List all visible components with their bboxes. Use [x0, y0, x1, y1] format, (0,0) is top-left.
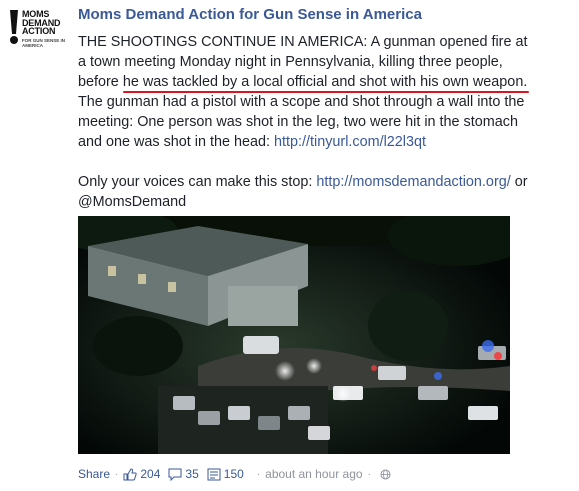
- shares-count-button[interactable]: 150: [207, 467, 244, 481]
- share-icon: [207, 468, 221, 480]
- website-link[interactable]: http://momsdemandaction.org/: [316, 174, 510, 190]
- likes-count: 204: [140, 467, 161, 481]
- likes-count-button[interactable]: 204: [123, 467, 160, 481]
- comments-count: 35: [185, 467, 199, 481]
- separator-dot: ·: [367, 468, 371, 480]
- highlighted-text-2: he was tackled by a local official and s…: [122, 74, 528, 90]
- aerial-night-scene-image: [78, 216, 510, 454]
- post-photo[interactable]: [78, 216, 510, 454]
- shares-count: 150: [223, 467, 244, 481]
- article-link[interactable]: http://tinyurl.com/l22l3qt: [274, 134, 426, 150]
- like-icon: [123, 467, 138, 480]
- globe-icon: [380, 469, 391, 479]
- comment-icon: [168, 468, 182, 481]
- separator-dot: ·: [256, 468, 261, 480]
- avatar-subtitle: FOR GUN SENSE IN AMERICA: [22, 38, 66, 48]
- avatar-title: MOMS DEMAND ACTION: [22, 9, 61, 36]
- post-paragraph-1: THE SHOOTINGS CONTINUE IN AMERICA: A gun…: [78, 32, 538, 152]
- share-button[interactable]: Share: [78, 467, 110, 481]
- post-timestamp[interactable]: about an hour ago: [265, 467, 362, 481]
- post-text-cta: Only your voices can make this stop:: [78, 174, 317, 190]
- post-footer: Share · 204 35 150 · about an hour ago ·: [78, 466, 391, 482]
- page-name-link[interactable]: Moms Demand Action for Gun Sense in Amer…: [78, 6, 422, 23]
- post-paragraph-2: Only your voices can make this stop: htt…: [78, 172, 538, 212]
- page-avatar[interactable]: MOMS DEMAND ACTION FOR GUN SENSE IN AMER…: [6, 6, 68, 58]
- comments-count-button[interactable]: 35: [168, 467, 199, 481]
- post-body: THE SHOOTINGS CONTINUE IN AMERICA: A gun…: [78, 32, 538, 212]
- separator-dot: ·: [115, 468, 119, 480]
